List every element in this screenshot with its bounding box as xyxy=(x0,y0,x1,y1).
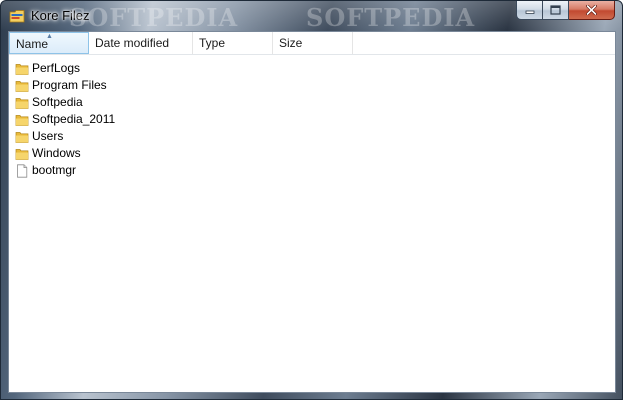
folder-icon xyxy=(15,131,29,143)
sort-ascending-icon: ▲ xyxy=(46,33,53,40)
minimize-button[interactable] xyxy=(516,1,543,20)
maximize-button[interactable] xyxy=(543,1,569,20)
column-header-label: Date modified xyxy=(95,36,170,50)
file-name: Users xyxy=(32,129,64,143)
folder-icon xyxy=(15,114,29,126)
file-name: Softpedia_2011 xyxy=(32,112,116,126)
column-header-label: Type xyxy=(199,36,226,50)
column-header-label: Name xyxy=(16,37,49,51)
column-header-date-modified[interactable]: Date modified xyxy=(89,32,193,54)
file-name: PerfLogs xyxy=(32,61,81,75)
watermark-text: SOFTPEDIA xyxy=(306,3,476,32)
folder-icon xyxy=(15,80,29,92)
file-name: Softpedia xyxy=(32,95,83,109)
list-item[interactable]: Softpedia xyxy=(15,94,115,111)
list-item[interactable]: Program Files xyxy=(15,77,115,94)
list-item[interactable]: Users xyxy=(15,128,115,145)
list-item[interactable]: Softpedia_2011 xyxy=(15,111,115,128)
folder-icon xyxy=(15,63,29,75)
column-header-size[interactable]: Size xyxy=(273,32,353,54)
folder-icon xyxy=(15,148,29,160)
file-name: bootmgr xyxy=(32,163,77,177)
minimize-icon xyxy=(525,10,534,14)
file-name: Program Files xyxy=(32,78,107,92)
title-bar[interactable]: Kore Filez SOFTPEDIA SOFTPEDIA xyxy=(1,1,622,32)
column-header-name[interactable]: ▲ Name xyxy=(9,32,89,54)
file-list: PerfLogs Program Files Softpedia Softped… xyxy=(15,60,115,179)
file-list-view[interactable]: ▲ Name Date modified Type Size PerfLogs xyxy=(8,31,616,393)
list-item[interactable]: bootmgr xyxy=(15,162,115,179)
file-name: Windows xyxy=(32,146,81,160)
column-header-row: ▲ Name Date modified Type Size xyxy=(9,32,615,55)
column-header-type[interactable]: Type xyxy=(193,32,273,54)
close-icon xyxy=(586,5,597,15)
list-item[interactable]: PerfLogs xyxy=(15,60,115,77)
column-header-label: Size xyxy=(279,36,303,50)
folder-icon xyxy=(15,97,29,109)
watermark-text: SOFTPEDIA xyxy=(69,3,239,32)
app-window: Kore Filez SOFTPEDIA SOFTPEDIA ▲ Name Da… xyxy=(0,0,623,400)
list-item[interactable]: Windows xyxy=(15,145,115,162)
maximize-icon xyxy=(550,5,561,15)
file-icon xyxy=(17,163,28,178)
caption-buttons xyxy=(516,1,615,21)
close-button[interactable] xyxy=(569,1,615,20)
app-folder-icon xyxy=(9,10,25,23)
